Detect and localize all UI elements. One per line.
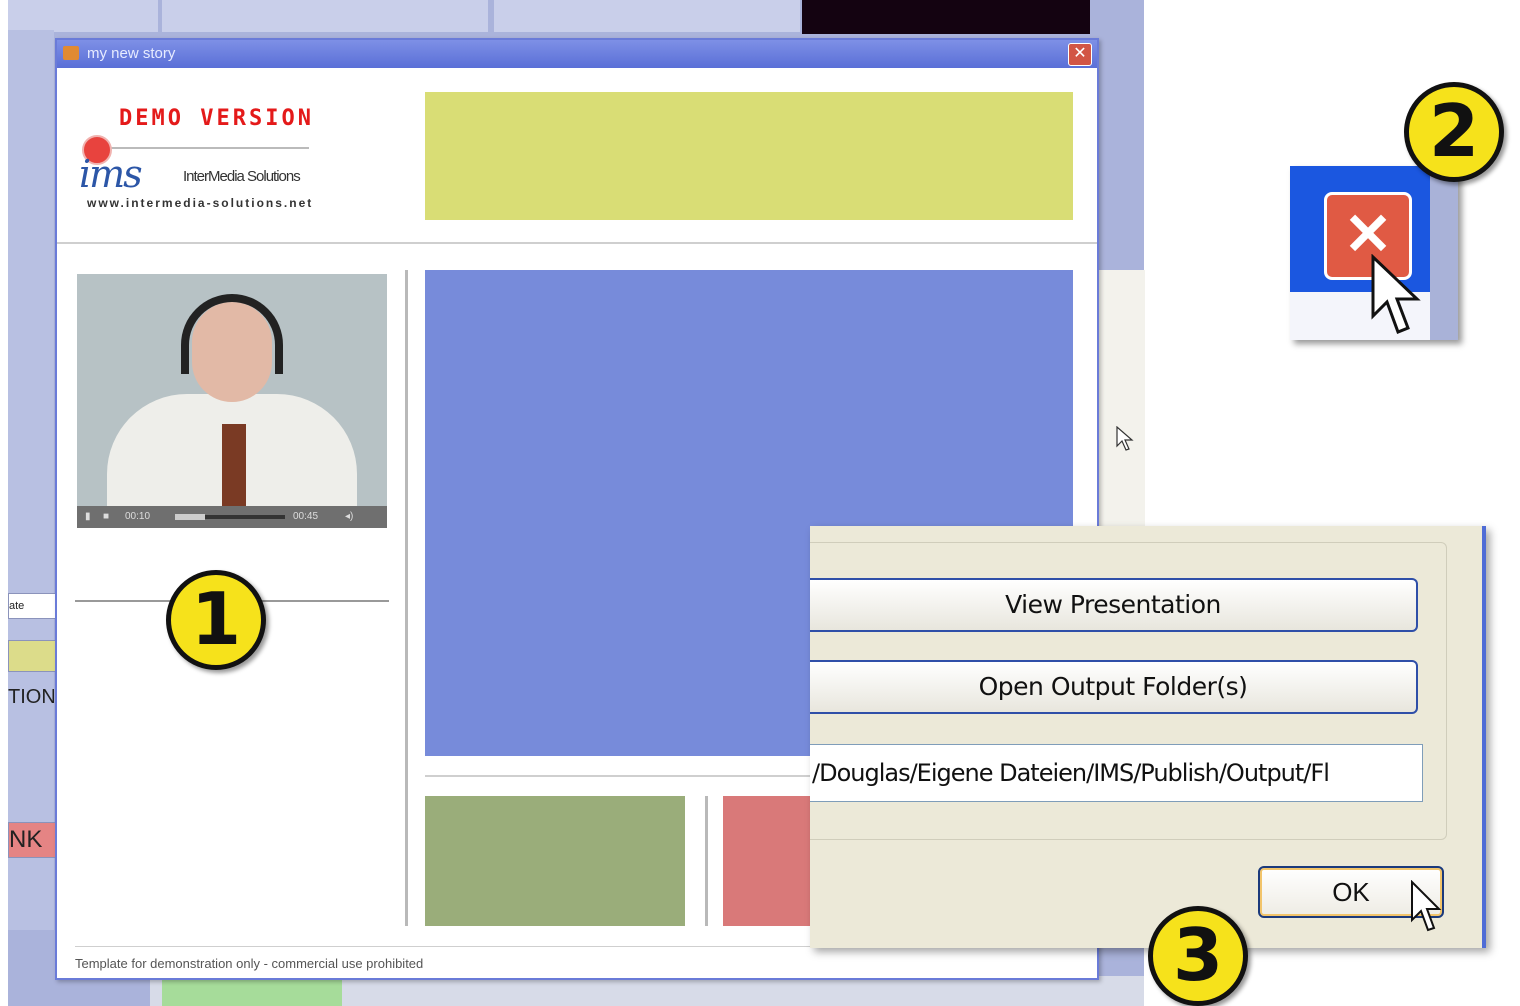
background-toolbar-segment	[494, 0, 800, 32]
logo-divider	[97, 147, 309, 149]
column-separator	[405, 270, 408, 926]
video-time-current: 00:10	[125, 511, 151, 522]
window-close-button[interactable]: ✕	[1068, 43, 1092, 66]
logo-company: InterMedia Solutions	[183, 168, 301, 185]
background-bottom-track	[162, 980, 342, 1006]
step-badge-3: 3	[1148, 906, 1248, 1006]
video-time-total: 00:45	[293, 511, 319, 522]
stop-icon[interactable]: ■	[103, 511, 109, 522]
background-toolbar-segment	[8, 0, 158, 32]
background-left-swatch	[8, 640, 56, 672]
logo-mark: ims	[79, 152, 143, 196]
view-presentation-button[interactable]: View Presentation	[810, 578, 1418, 632]
background-left-label: ate	[8, 593, 56, 619]
step-badge-2: 2	[1404, 82, 1504, 182]
background-right-panel	[1094, 270, 1145, 530]
output-path-field[interactable]: /Douglas/Eigene Dateien/IMS/Publish/Outp…	[810, 744, 1423, 802]
background-left-panel	[8, 30, 54, 930]
video-seek-handle[interactable]	[175, 514, 205, 520]
volume-icon[interactable]: ◂)	[345, 511, 353, 522]
step-badge-1: 1	[166, 570, 266, 670]
mouse-pointer-icon	[1116, 426, 1134, 451]
background-left-label: TION	[8, 684, 54, 710]
video-player[interactable]	[77, 274, 387, 506]
background-preview-area	[802, 0, 1090, 34]
demo-version-label: DEMO VERSION	[119, 106, 314, 131]
bottom-separator	[705, 796, 708, 926]
green-placeholder	[425, 796, 685, 926]
background-left-label: NK	[8, 822, 56, 858]
video-headset	[181, 294, 283, 374]
video-person-tie	[222, 424, 246, 506]
publish-dialog: View Presentation Open Output Folder(s) …	[810, 526, 1486, 948]
zoom-frame-edge	[1430, 166, 1458, 340]
mouse-pointer-icon	[1411, 880, 1442, 932]
logo-url: www.intermedia-solutions.net	[87, 196, 314, 210]
play-icon[interactable]: ▮	[85, 511, 91, 522]
app-icon	[63, 46, 79, 60]
header-banner-placeholder	[425, 92, 1073, 220]
header-divider	[57, 242, 1097, 244]
footer-notice: Template for demonstration only - commer…	[75, 956, 424, 971]
mouse-pointer-icon	[1371, 254, 1421, 334]
background-toolbar-segment	[162, 0, 488, 32]
window-title: my new story	[87, 45, 176, 62]
open-output-folder-button[interactable]: Open Output Folder(s)	[810, 660, 1418, 714]
video-controls: ▮ ■ 00:10 00:45 ◂)	[77, 506, 387, 528]
window-titlebar[interactable]: my new story ✕	[57, 40, 1097, 68]
